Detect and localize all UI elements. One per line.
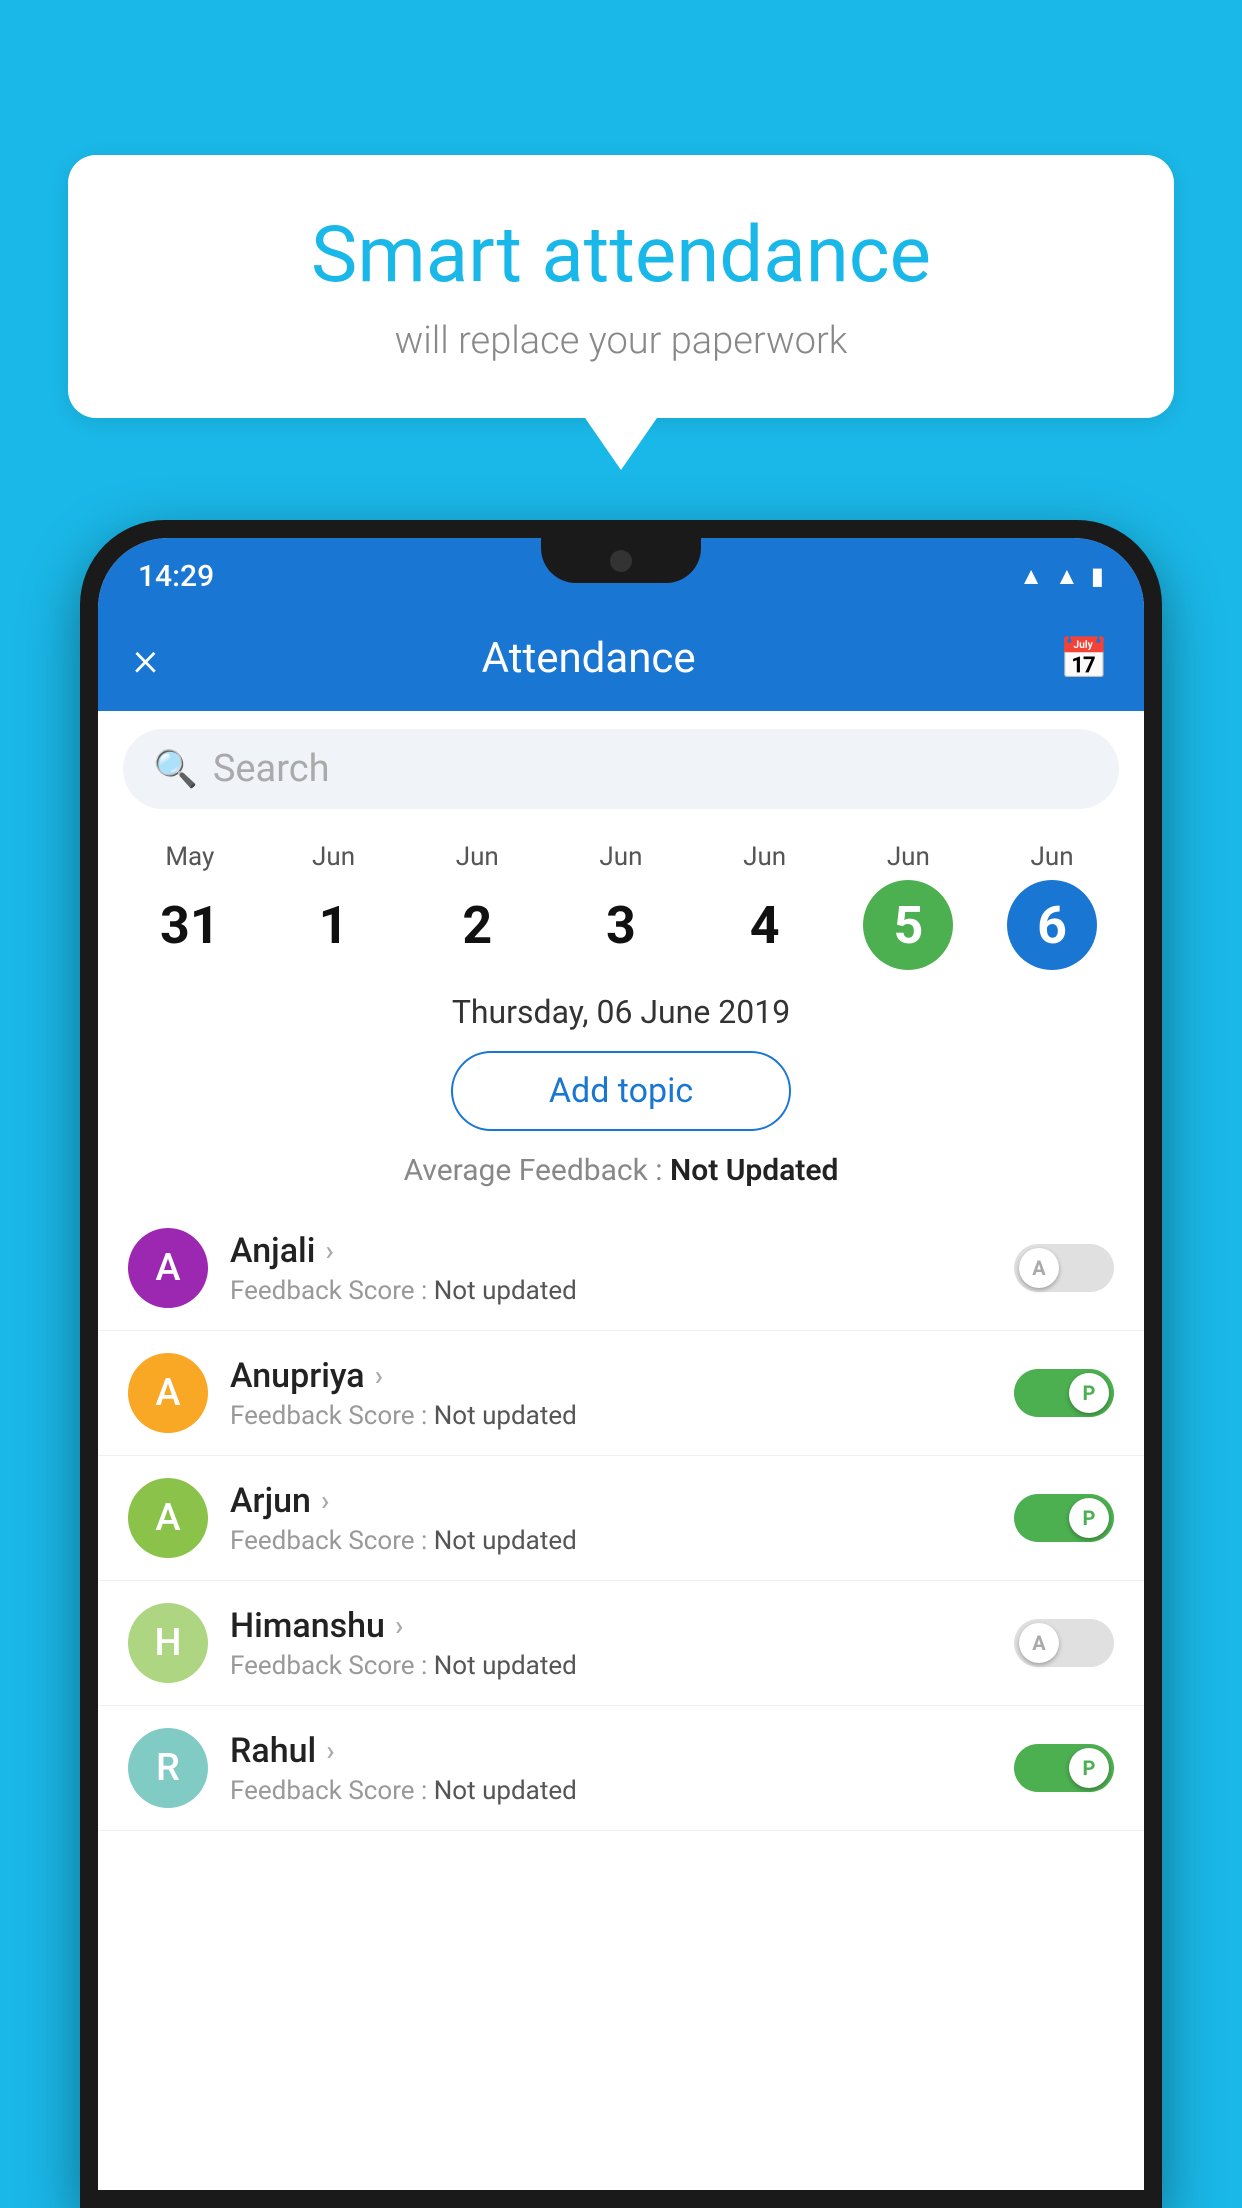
avatar-1: A xyxy=(128,1353,208,1433)
app-bar: × Attendance 📅 xyxy=(98,606,1144,711)
calendar-day-4[interactable]: Jun4 xyxy=(705,842,825,970)
app-bar-title: Attendance xyxy=(148,634,1029,683)
student-info-3: Himanshu ›Feedback Score : Not updated xyxy=(230,1606,992,1681)
calendar-day-6[interactable]: Jun6 xyxy=(992,842,1112,970)
speech-bubble: Smart attendance will replace your paper… xyxy=(68,155,1174,418)
calendar-day-3[interactable]: Jun3 xyxy=(561,842,681,970)
add-topic-button[interactable]: Add topic xyxy=(451,1051,791,1131)
toggle-4[interactable]: P xyxy=(1014,1744,1114,1792)
toggle-2[interactable]: P xyxy=(1014,1494,1114,1542)
phone-frame: 14:29 ▲ ▲ ▮ × Attendance 📅 🔍 Search May3… xyxy=(80,520,1162,2208)
search-icon: 🔍 xyxy=(153,748,198,790)
phone-inner: 14:29 ▲ ▲ ▮ × Attendance 📅 🔍 Search May3… xyxy=(98,538,1144,2190)
avg-feedback: Average Feedback : Not Updated xyxy=(98,1143,1144,1206)
student-item-2[interactable]: A Arjun ›Feedback Score : Not updated P xyxy=(98,1456,1144,1581)
calendar-day-5[interactable]: Jun5 xyxy=(848,842,968,970)
student-item-0[interactable]: A Anjali ›Feedback Score : Not updated A xyxy=(98,1206,1144,1331)
student-info-1: Anupriya ›Feedback Score : Not updated xyxy=(230,1356,992,1431)
phone-notch xyxy=(541,538,701,583)
wifi-icon: ▲ xyxy=(1019,562,1043,591)
avatar-4: R xyxy=(128,1728,208,1808)
status-time: 14:29 xyxy=(138,559,214,594)
toggle-1[interactable]: P xyxy=(1014,1369,1114,1417)
calendar-icon[interactable]: 📅 xyxy=(1059,635,1109,682)
toggle-3[interactable]: A xyxy=(1014,1619,1114,1667)
bubble-title: Smart attendance xyxy=(128,210,1114,301)
status-icons: ▲ ▲ ▮ xyxy=(1019,562,1104,591)
avatar-3: H xyxy=(128,1603,208,1683)
calendar-day-1[interactable]: Jun1 xyxy=(274,842,394,970)
bubble-subtitle: will replace your paperwork xyxy=(128,319,1114,363)
avatar-2: A xyxy=(128,1478,208,1558)
battery-icon: ▮ xyxy=(1091,562,1104,590)
student-info-0: Anjali ›Feedback Score : Not updated xyxy=(230,1231,992,1306)
toggle-0[interactable]: A xyxy=(1014,1244,1114,1292)
student-item-1[interactable]: A Anupriya ›Feedback Score : Not updated P xyxy=(98,1331,1144,1456)
student-item-4[interactable]: R Rahul ›Feedback Score : Not updated P xyxy=(98,1706,1144,1831)
calendar-row: May31Jun1Jun2Jun3Jun4Jun5Jun6 xyxy=(98,827,1144,975)
search-bar[interactable]: 🔍 Search xyxy=(123,729,1119,809)
calendar-day-2[interactable]: Jun2 xyxy=(417,842,537,970)
notch-camera xyxy=(610,550,632,572)
student-item-3[interactable]: H Himanshu ›Feedback Score : Not updated A xyxy=(98,1581,1144,1706)
signal-icon: ▲ xyxy=(1055,562,1079,591)
date-label: Thursday, 06 June 2019 xyxy=(98,975,1144,1039)
student-info-2: Arjun ›Feedback Score : Not updated xyxy=(230,1481,992,1556)
student-info-4: Rahul ›Feedback Score : Not updated xyxy=(230,1731,992,1806)
search-input[interactable]: Search xyxy=(213,747,1089,791)
avatar-0: A xyxy=(128,1228,208,1308)
calendar-day-0[interactable]: May31 xyxy=(130,842,250,970)
student-list: AAnjali ›Feedback Score : Not updatedAAA… xyxy=(98,1206,1144,1831)
